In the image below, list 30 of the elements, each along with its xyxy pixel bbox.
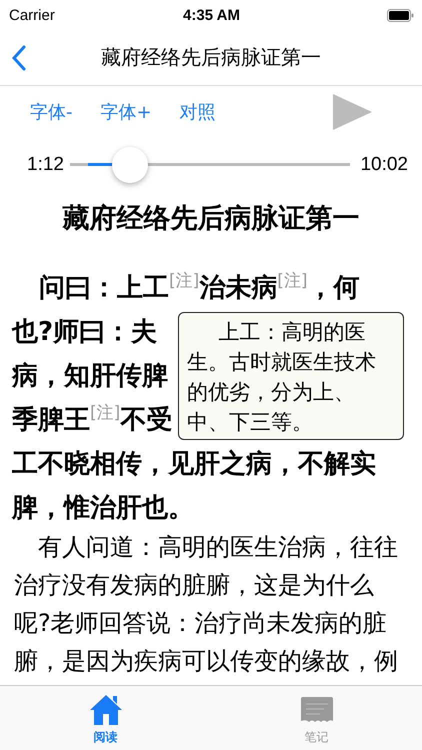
carrier-label: Carrier [9, 6, 55, 24]
classic-text: 工不晓相传，见肝之病，不解实 [12, 449, 376, 479]
back-icon[interactable] [12, 44, 26, 70]
elapsed-time: 1:12 [27, 154, 64, 176]
classic-text: 不受 [120, 405, 172, 435]
classic-text: 治未病 [199, 273, 278, 303]
classic-text: 问曰：上工 [39, 273, 169, 303]
battery-icon [387, 8, 414, 22]
tab-item[interactable]: 阅读 [0, 686, 211, 750]
font-button[interactable]: 字体+ [100, 100, 152, 124]
house-icon [88, 694, 122, 726]
font-button[interactable]: 对照 [180, 100, 216, 124]
classic-text: ，何 [308, 273, 360, 303]
translation-text: 有人问道：高明的医生治病，往往治疗没有发病的脏腑，这是为什么呢?老师回答说：治疗尚未发病的脏腑，是因为疾病可以传变的缘故，例 [13, 532, 399, 677]
note-text: 上工：高明的医生。古时就医生技术的优劣，分为上、中、下三等。 [187, 319, 377, 436]
chapter-heading: 藏府经络先后病脉证第一 [61, 202, 360, 236]
note-link[interactable]: [注] [90, 403, 120, 423]
classic-text: 季脾王 [12, 405, 90, 435]
note-link[interactable]: [注] [169, 271, 200, 291]
classic-text: 病，知肝传脾 [12, 361, 168, 391]
note-link[interactable]: [注] [277, 271, 308, 291]
duration-time: 10:02 [360, 154, 408, 176]
nav-title: 藏府经络先后病脉证第一 [100, 44, 322, 71]
font-button[interactable]: 字体- [30, 100, 72, 124]
classic-text: 脾，惟治肝也。 [12, 493, 194, 523]
play-icon[interactable] [333, 94, 372, 130]
tab-item[interactable]: 笔记 [211, 686, 422, 750]
classic-text: 也?师曰：夫 [12, 317, 158, 347]
clock: 4:35 AM [183, 6, 240, 24]
slider-thumb[interactable] [112, 147, 148, 183]
